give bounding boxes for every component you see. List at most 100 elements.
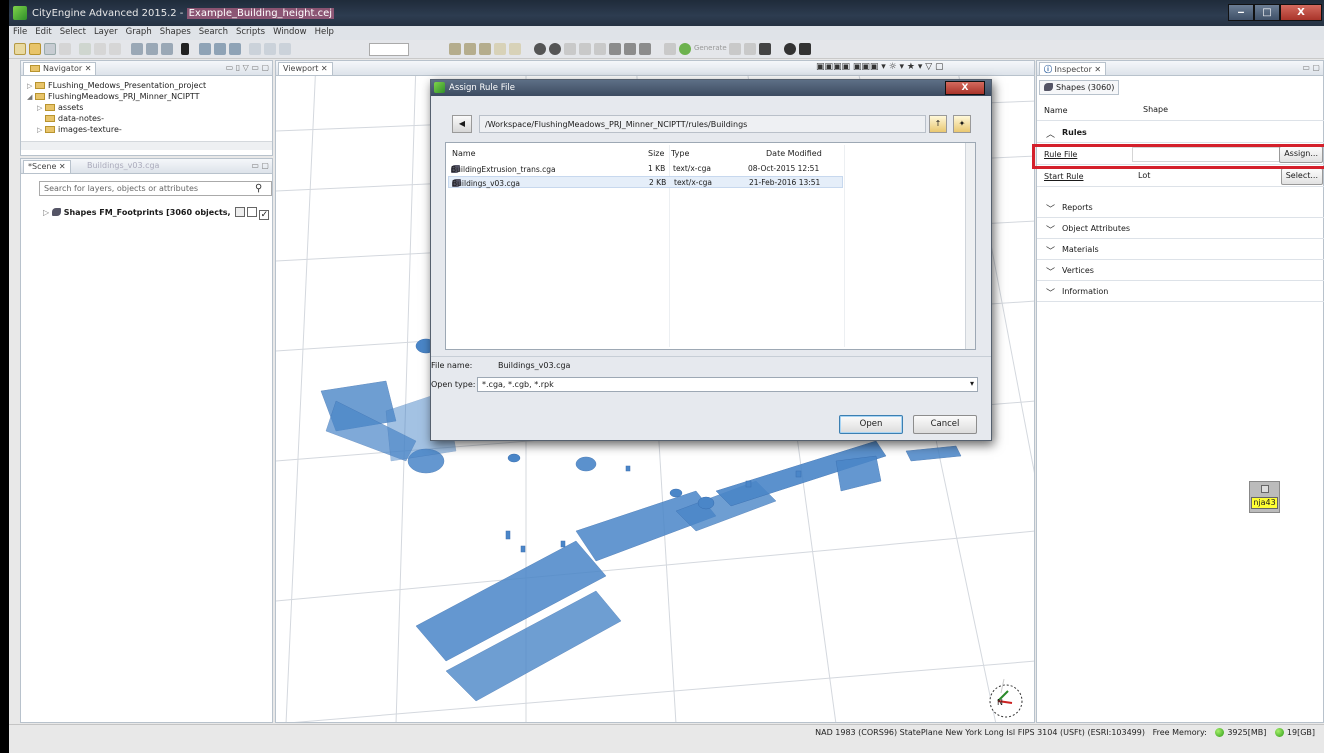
materials-section[interactable]: ﹀ Materials (1037, 240, 1324, 260)
sun-icon[interactable] (784, 43, 796, 55)
terrain-icon[interactable] (624, 43, 636, 55)
menu-graph[interactable]: Graph (122, 26, 156, 40)
vertices-section[interactable]: ﹀ Vertices (1037, 261, 1324, 281)
menu-layer[interactable]: Layer (90, 26, 122, 40)
network-icon[interactable] (549, 43, 561, 55)
tree-item-assets[interactable]: ▷ assets (37, 103, 83, 112)
tab-shapes[interactable]: Shapes (3060) (1039, 80, 1120, 95)
generate-label[interactable]: Generate (694, 44, 727, 52)
file-row-buildings-v03[interactable]: Buildings_v03.cga 2 KB text/x-cga 21-Feb… (448, 176, 843, 188)
layer-row-shapes[interactable]: ▷ Shapes FM_Footprints [3060 objects, ✓ (43, 207, 270, 220)
new-folder-icon[interactable]: ✦ (953, 115, 971, 133)
minimize-button[interactable]: ‒ (1228, 4, 1254, 21)
path-field[interactable]: /Workspace/FlushingMeadows_PRJ_Minner_NC… (479, 115, 926, 133)
back-button[interactable]: ◀ (452, 115, 472, 133)
snap-icon[interactable] (279, 43, 291, 55)
offset-icon[interactable] (479, 43, 491, 55)
column-type[interactable]: Type (671, 149, 689, 158)
reset-attributes-icon[interactable] (744, 43, 756, 55)
reports-section[interactable]: ﹀ Reports (1037, 198, 1324, 218)
start-rule-link[interactable]: Start Rule (1044, 172, 1084, 181)
menu-shapes[interactable]: Shapes (156, 26, 195, 40)
generate-icon[interactable] (679, 43, 691, 55)
tab-rule-editor[interactable]: Buildings_v03.cga (83, 160, 163, 173)
layer-edit-checkbox[interactable] (247, 207, 258, 217)
tab-inspector[interactable]: ⓘ Inspector ✕ (1039, 62, 1107, 75)
cancel-button[interactable]: Cancel (913, 415, 977, 434)
open-folder-icon[interactable] (29, 43, 41, 55)
dialog-close-button[interactable]: X (945, 81, 985, 95)
menu-file[interactable]: File (9, 26, 31, 40)
file-list[interactable]: Name Size Type Date Modified BuildingExt… (445, 142, 976, 350)
menu-window[interactable]: Window (269, 26, 311, 40)
pan-icon[interactable] (264, 43, 276, 55)
scene-view-menu[interactable]: ▭ ▢ (251, 161, 269, 170)
start-rule-field[interactable]: Lot (1132, 169, 1282, 184)
navigator-hscroll[interactable] (21, 141, 272, 150)
shape-tool-icon[interactable] (449, 43, 461, 55)
street-tool-icon[interactable] (214, 43, 226, 55)
tree-item-images-texture[interactable]: ▷ images-texture- (37, 125, 122, 134)
align-shapes-icon[interactable] (609, 43, 621, 55)
file-name-field[interactable]: Buildings_v03.cga (498, 361, 570, 370)
copy-icon[interactable] (94, 43, 106, 55)
scale-icon[interactable] (161, 43, 173, 55)
menu-search[interactable]: Search (195, 26, 232, 40)
tab-viewport[interactable]: Viewport ✕ (278, 62, 333, 75)
tree-item-presentation-project[interactable]: ▷ FLushing_Medows_Presentation_project (27, 81, 206, 90)
union-icon[interactable] (509, 43, 521, 55)
scene-search-input[interactable]: Search for layers, objects or attributes (39, 181, 272, 196)
grow-streets-icon[interactable] (564, 43, 576, 55)
search-icon[interactable]: ⚲ (255, 183, 262, 194)
frame-tool-icon[interactable] (229, 43, 241, 55)
toolbar-combo[interactable] (369, 43, 409, 56)
inspector-view-menu[interactable]: ▭ ▢ (1302, 63, 1320, 72)
file-row-buildingextrusion[interactable]: BuildingExtrusion_trans.cga 1 KB text/x-… (448, 163, 843, 175)
tab-navigator[interactable]: Navigator ✕ (23, 62, 97, 75)
menu-select[interactable]: Select (56, 26, 90, 40)
light-icon[interactable] (799, 43, 811, 55)
tree-item-data-notes[interactable]: data-notes- (43, 114, 104, 123)
cut-icon[interactable] (79, 43, 91, 55)
menu-scripts[interactable]: Scripts (232, 26, 269, 40)
cleanup-icon[interactable] (639, 43, 651, 55)
menu-edit[interactable]: Edit (31, 26, 55, 40)
open-button[interactable]: Open (839, 415, 903, 434)
edit-icon[interactable] (59, 43, 71, 55)
select-start-rule-button[interactable]: Select... (1280, 168, 1323, 185)
tree-item-prj-minner[interactable]: ◢ FlushingMeadows_PRJ_Minner_NCIPTT (27, 92, 200, 101)
file-list-scrollbar[interactable] (965, 143, 975, 349)
update-seed-icon[interactable] (729, 43, 741, 55)
up-folder-icon[interactable]: ↑ (929, 115, 947, 133)
layer-lock-checkbox[interactable] (235, 207, 246, 217)
move-icon[interactable] (131, 43, 143, 55)
save-icon[interactable] (44, 43, 56, 55)
layer-visible-checkbox[interactable]: ✓ (259, 210, 270, 220)
maximize-button[interactable]: □ (1254, 4, 1280, 21)
column-name[interactable]: Name (452, 149, 476, 158)
align-graph-icon[interactable] (594, 43, 606, 55)
new-icon[interactable] (14, 43, 26, 55)
column-size[interactable]: Size (648, 149, 664, 158)
polygon-tool-icon[interactable] (199, 43, 211, 55)
zoom-icon[interactable] (249, 43, 261, 55)
object-attributes-section[interactable]: ﹀ Object Attributes (1037, 219, 1324, 239)
tab-scene[interactable]: *Scene ✕ (23, 160, 71, 173)
column-date-modified[interactable]: Date Modified (766, 149, 822, 158)
open-type-select[interactable]: *.cga, *.cgb, *.rpk ▾ (477, 377, 978, 392)
rules-section[interactable]: ︿ Rules (1037, 123, 1324, 143)
paste-icon[interactable] (109, 43, 121, 55)
information-section[interactable]: ﹀ Information (1037, 282, 1324, 302)
compass-icon[interactable]: N (989, 678, 1023, 718)
rule-icon[interactable] (664, 43, 676, 55)
menu-help[interactable]: Help (311, 26, 338, 40)
navigator-view-menu[interactable]: ▭ ▯ ▽ ▭ ▢ (226, 63, 269, 72)
clean-graph-icon[interactable] (579, 43, 591, 55)
name-field[interactable]: Shape (1137, 103, 1323, 118)
rotate-icon[interactable] (146, 43, 158, 55)
subdivide-icon[interactable] (464, 43, 476, 55)
model-icon[interactable] (759, 43, 771, 55)
graph-icon[interactable] (534, 43, 546, 55)
select-arrow-icon[interactable] (181, 43, 189, 55)
sticky-note-widget[interactable]: nja43 (1249, 481, 1280, 513)
